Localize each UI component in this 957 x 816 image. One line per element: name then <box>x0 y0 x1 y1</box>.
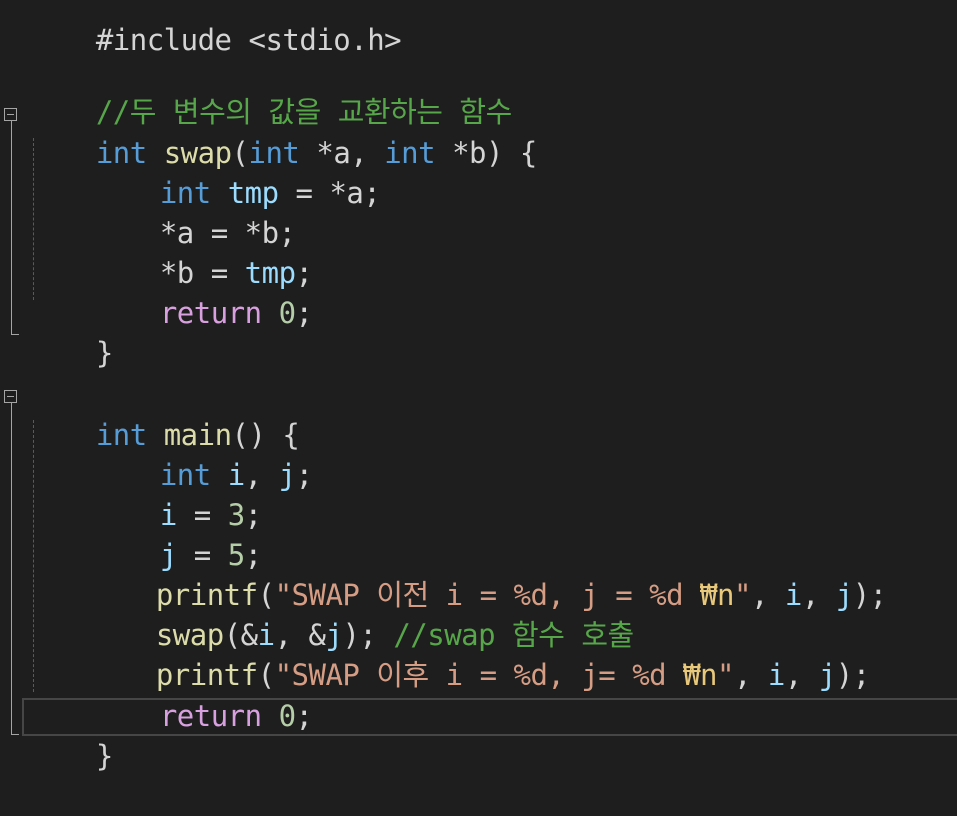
code-line-assign-j: j = 5; <box>92 495 262 572</box>
fold-range-line <box>11 403 12 734</box>
code-line-declare: int i, j; <box>92 415 313 492</box>
escape-sequence: ₩n <box>683 658 718 692</box>
code-line-assign-a: *a = *b; <box>92 173 296 250</box>
comma: , <box>784 658 819 692</box>
variable-i: i <box>784 578 802 612</box>
comma: , <box>750 578 785 612</box>
keyword-int: int <box>384 136 436 170</box>
close-brace: } <box>95 336 113 370</box>
string-quote: " <box>717 658 734 692</box>
semicolon: ; <box>295 296 313 330</box>
code-line-swap-signature: int swap(int *a, int *b) { <box>28 93 538 170</box>
variable-j: j <box>278 458 296 492</box>
string-quote: " <box>733 578 751 612</box>
fold-range-end <box>11 334 19 335</box>
code-editor[interactable]: #include <stdio.h> //두 변수의 값을 교환하는 함수 in… <box>0 0 957 773</box>
semicolon: ; <box>295 458 313 492</box>
variable-j: j <box>835 578 853 612</box>
escape-sequence: ₩n <box>700 578 734 612</box>
code-line-printf-before: printf("SWAP 이전 i = %d, j = %d ₩n", i, j… <box>88 535 887 612</box>
code-line-assign-b: *b = tmp; <box>92 213 313 290</box>
paren-semicolon: ); <box>835 658 870 692</box>
code-line-close-main: } <box>28 696 113 773</box>
code-line-main-signature: int main() { <box>28 375 300 452</box>
fold-range-line <box>11 121 12 334</box>
code-line-return-main: return 0; <box>92 656 313 733</box>
fold-range-end <box>11 734 19 735</box>
code-line-swap-call: swap(&i, &j); //swap 함수 호출 <box>88 575 634 652</box>
code-line-printf-after: printf("SWAP 이후 i = %d, j= %d ₩n", i, j)… <box>88 615 870 692</box>
code-line-assign-i: i = 3; <box>92 455 262 532</box>
code-line-include: #include <stdio.h> <box>28 0 402 57</box>
close-brace: } <box>95 739 113 773</box>
variable-j: j <box>818 658 836 692</box>
variable-i: i <box>767 658 785 692</box>
current-line-highlight <box>22 698 957 736</box>
code-line-close-brace: } <box>28 293 113 370</box>
comma: , <box>733 658 768 692</box>
collapse-main-function-button[interactable] <box>4 390 17 403</box>
comma: , <box>801 578 836 612</box>
paren-semicolon: ); <box>852 578 887 612</box>
code-line-return: return 0; <box>92 253 313 330</box>
number-literal: 0 <box>278 296 296 330</box>
code-line-tmp: int tmp = *a; <box>92 133 381 210</box>
collapse-swap-function-button[interactable] <box>4 108 17 121</box>
string-literal: "SWAP 이후 i = %d, j= %d <box>274 658 684 692</box>
keyword-return: return <box>159 296 262 330</box>
code-line-comment: //두 변수의 값을 교환하는 함수 <box>28 52 512 129</box>
param-b: *b) { <box>435 136 537 170</box>
